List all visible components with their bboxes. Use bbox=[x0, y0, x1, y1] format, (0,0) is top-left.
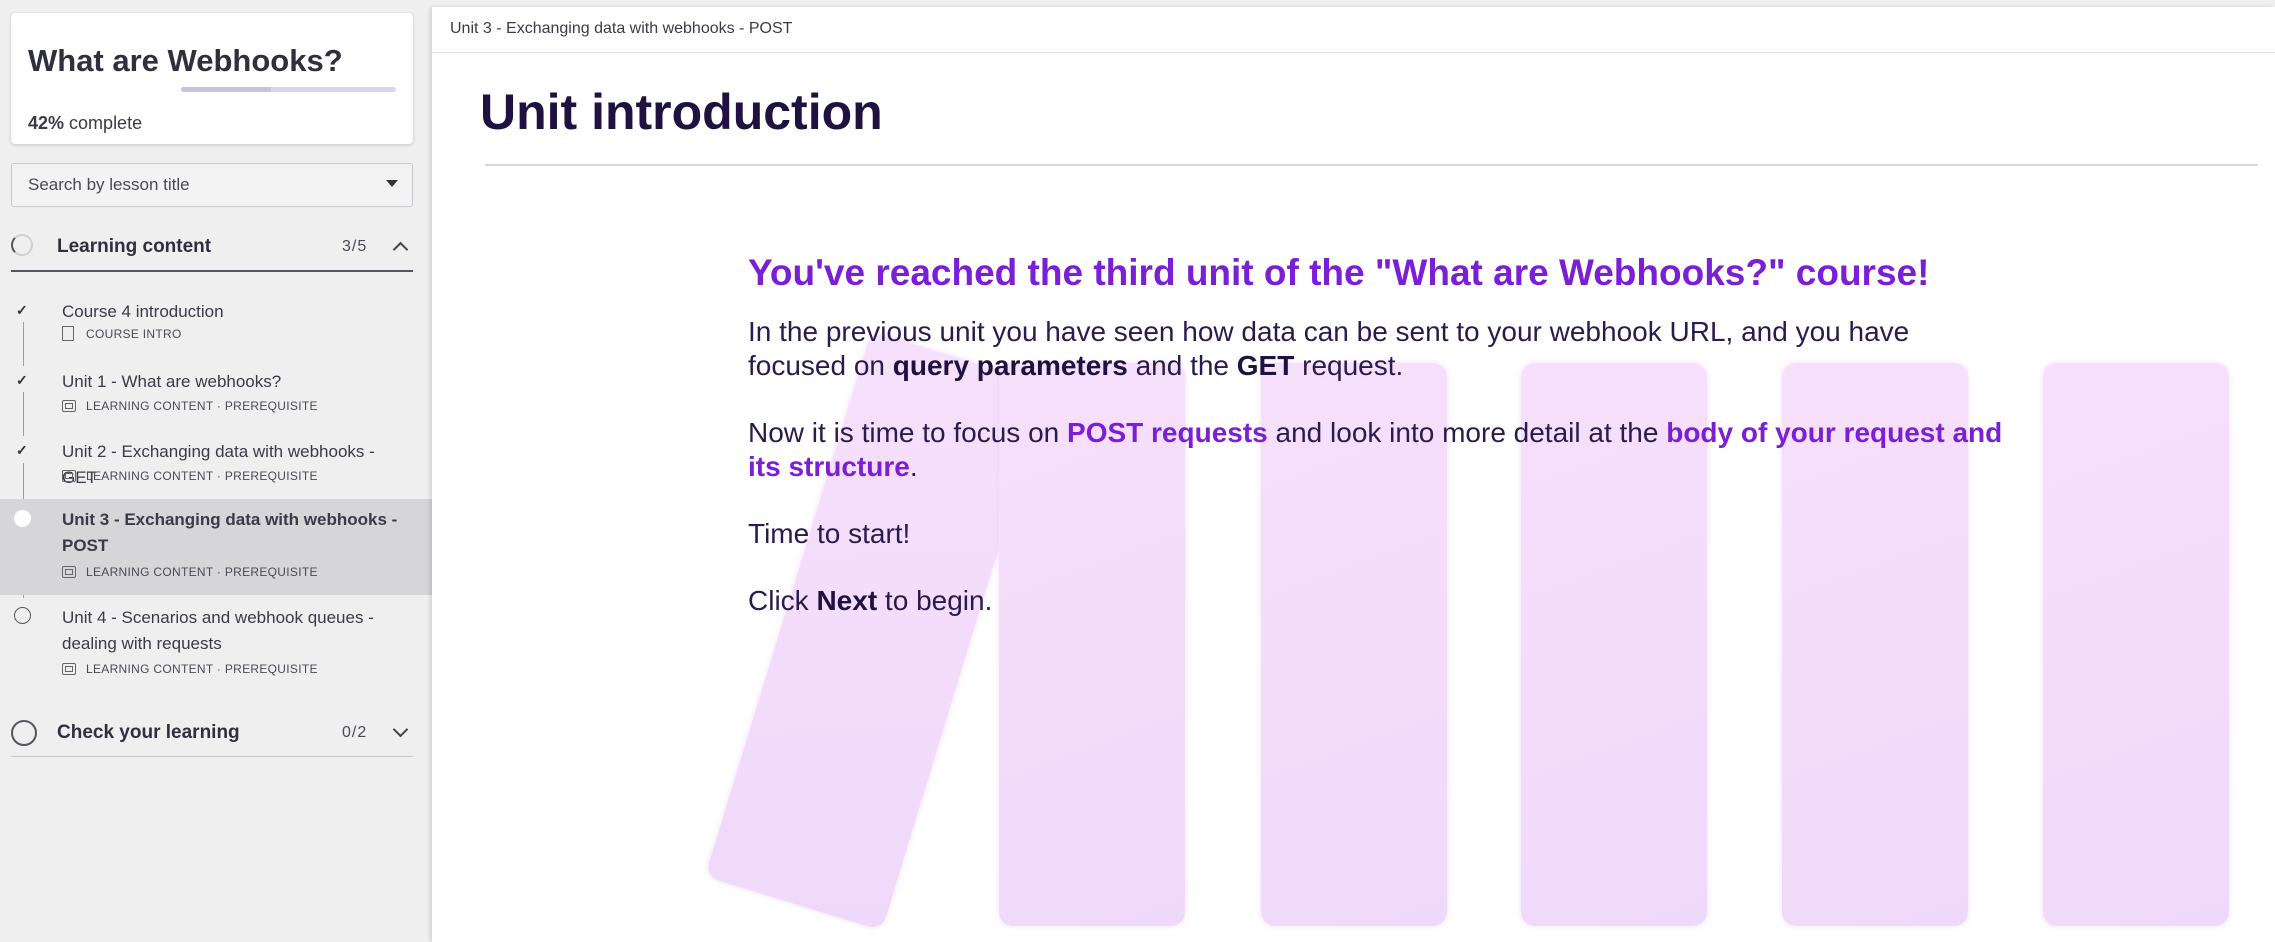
chevron-up-icon[interactable] bbox=[392, 241, 409, 258]
lesson-paragraph: Click Next to begin. bbox=[748, 585, 993, 616]
section-progress-ring-icon bbox=[11, 234, 33, 256]
section-progress-ring-icon bbox=[11, 720, 37, 746]
slides-icon bbox=[62, 566, 76, 578]
lesson-meta-text: COURSE INTRO bbox=[86, 326, 182, 341]
not-started-dot-icon bbox=[14, 607, 31, 624]
section-count: 3/5 bbox=[342, 238, 368, 255]
lesson-item-unit-1[interactable]: ✓ Unit 1 - What are webhooks? LEARNING C… bbox=[0, 367, 432, 425]
lesson-paragraph: Time to start! bbox=[748, 518, 911, 549]
course-card: What are Webhooks? 42% complete bbox=[11, 13, 413, 144]
page-title: Unit introduction bbox=[480, 84, 883, 140]
check-icon: ✓ bbox=[16, 302, 28, 318]
section-header-check-your-learning[interactable]: Check your learning 0/2 bbox=[11, 710, 413, 757]
lesson-title: Unit 4 - Scenarios and webhook queues - … bbox=[62, 608, 374, 653]
lesson-topbar: Unit 3 - Exchanging data with webhooks -… bbox=[432, 7, 2275, 53]
lesson-search[interactable] bbox=[11, 163, 413, 207]
sidebar: What are Webhooks? 42% complete Learning… bbox=[0, 0, 432, 942]
lesson-meta: LEARNING CONTENT · PREREQUISITE bbox=[62, 565, 318, 579]
lesson-meta: LEARNING CONTENT · PREREQUISITE bbox=[62, 399, 318, 413]
lesson-topbar-title: Unit 3 - Exchanging data with webhooks -… bbox=[450, 20, 793, 37]
document-icon bbox=[62, 326, 74, 341]
lesson-meta: LEARNING CONTENT · PREREQUISITE bbox=[62, 662, 318, 676]
lesson-meta-text: LEARNING CONTENT · PREREQUISITE bbox=[86, 662, 318, 676]
lesson-search-input[interactable] bbox=[12, 164, 370, 206]
slides-icon bbox=[62, 470, 76, 482]
lesson-title: Unit 3 - Exchanging data with webhooks -… bbox=[62, 510, 398, 555]
course-title: What are Webhooks? bbox=[28, 43, 343, 78]
progress-text: 42% complete bbox=[28, 113, 142, 134]
section-title: Learning content bbox=[57, 236, 212, 257]
lesson-item-course-intro[interactable]: ✓ Course 4 introduction COURSE INTRO bbox=[0, 296, 432, 354]
current-lesson-dot-icon bbox=[14, 510, 31, 527]
heading-divider bbox=[485, 164, 2258, 166]
lesson-meta-text: LEARNING CONTENT · PREREQUISITE bbox=[86, 399, 318, 413]
section-count: 0/2 bbox=[342, 724, 368, 741]
progress-percent: 42% bbox=[28, 113, 65, 133]
lesson-paragraph: In the previous unit you have seen how d… bbox=[748, 316, 1910, 381]
lesson-meta-text: LEARNING CONTENT · PREREQUISITE bbox=[86, 469, 318, 483]
lesson-meta: LEARNING CONTENT · PREREQUISITE bbox=[62, 469, 318, 483]
lesson-title: Course 4 introduction bbox=[62, 302, 224, 321]
lesson-title: Unit 2 - Exchanging data with webhooks -… bbox=[62, 442, 375, 487]
slides-icon bbox=[62, 663, 76, 675]
lesson-paragraph: Now it is time to focus on POST requests… bbox=[748, 417, 2003, 482]
chevron-down-icon[interactable] bbox=[392, 721, 409, 738]
lesson-content-pane: Unit 3 - Exchanging data with webhooks -… bbox=[432, 7, 2275, 942]
lesson-meta: COURSE INTRO bbox=[62, 326, 182, 341]
caret-down-icon[interactable] bbox=[386, 180, 398, 187]
lesson-body: You've reached the third unit of the "Wh… bbox=[748, 251, 2008, 651]
lesson-meta-text: LEARNING CONTENT · PREREQUISITE bbox=[86, 565, 318, 579]
decorative-bar bbox=[2043, 363, 2229, 926]
lesson-lead: You've reached the third unit of the "Wh… bbox=[748, 252, 1930, 293]
section-header-learning-content[interactable]: Learning content 3/5 bbox=[11, 224, 413, 272]
progress-label: complete bbox=[69, 113, 143, 133]
section-title: Check your learning bbox=[57, 722, 240, 743]
lesson-title: Unit 1 - What are webhooks? bbox=[62, 372, 282, 391]
progress-bar-fill bbox=[181, 87, 272, 92]
lesson-item-unit-2[interactable]: ✓ Unit 2 - Exchanging data with webhooks… bbox=[0, 437, 432, 495]
check-icon: ✓ bbox=[16, 442, 28, 458]
lesson-item-unit-4[interactable]: Unit 4 - Scenarios and webhook queues - … bbox=[0, 603, 432, 683]
lesson-item-unit-3-current[interactable]: Unit 3 - Exchanging data with webhooks -… bbox=[0, 499, 432, 595]
progress-bar bbox=[181, 87, 396, 92]
check-icon: ✓ bbox=[16, 372, 28, 388]
slides-icon bbox=[62, 400, 76, 412]
